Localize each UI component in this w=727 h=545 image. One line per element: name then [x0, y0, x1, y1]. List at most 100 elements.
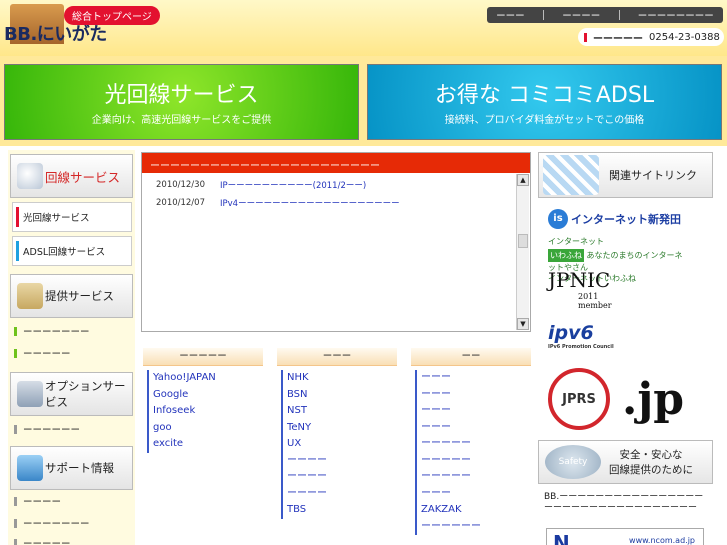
news-row: 2010/12/30 IPーーーーーーーーーー(2011/2ーー) [142, 175, 366, 195]
sidebar-item-adsl[interactable]: ADSL回線サービス [12, 236, 132, 266]
column-link[interactable]: TBS [283, 502, 397, 519]
line-services-header[interactable]: 回線サービス [10, 154, 133, 198]
ncom-letter: N [553, 531, 570, 545]
column-links: ーーー ーーー ーーー ーーー ーーーーー ーーーーー ーーーーー ーーー ZA… [415, 370, 531, 535]
column-link[interactable]: ーーーーー [417, 436, 531, 453]
scroll-down-icon[interactable]: ▼ [517, 318, 529, 330]
brand-name: JPRS [562, 391, 596, 407]
section-title: オプションサービス [45, 379, 126, 409]
sidebar-link[interactable]: ーーーーー [14, 346, 71, 360]
column-link[interactable]: excite [149, 436, 263, 453]
column-link[interactable]: UX [283, 436, 397, 453]
banner-title: 光回線サービス [104, 83, 259, 108]
section-title: 提供サービス [45, 289, 114, 303]
news-date: 2010/12/30 [156, 180, 205, 190]
phone-box: ーーーーー 0254-23-0388 [578, 28, 724, 46]
column-link[interactable]: Yahoo!JAPAN [149, 370, 263, 387]
column-link[interactable]: ーーー [417, 370, 531, 387]
option-services-header[interactable]: オプションサービス [10, 372, 133, 416]
section-title: 回線サービス [45, 169, 121, 185]
phone-marker-icon [584, 32, 587, 42]
column-link[interactable]: ーーーー [283, 453, 397, 470]
sidebar-link-label: ーーーーーー [23, 425, 81, 436]
top-nav-item[interactable]: ーーーー [562, 8, 600, 22]
column-link[interactable]: ーーー [417, 403, 531, 420]
column-link[interactable]: BSN [283, 387, 397, 404]
divider [542, 10, 544, 20]
internet-shibata-logo[interactable]: is インターネット新発田 [548, 206, 681, 232]
column-link[interactable]: ーーーー [283, 486, 397, 503]
column-link[interactable]: Google [149, 387, 263, 404]
sidebar-link[interactable]: ーーーー [14, 494, 61, 508]
sidebar-link[interactable]: ーーーーーーー [14, 516, 90, 530]
divider [618, 10, 620, 20]
jprs-logo[interactable]: JPRS .jp [548, 364, 708, 434]
section-title: 関連サイトリンク [609, 169, 697, 182]
safety-text: 安全・安心な 回線提供のために [609, 447, 693, 477]
column-link[interactable]: ーーーーー [417, 453, 531, 470]
related-sites-header[interactable]: 関連サイトリンク [538, 152, 713, 198]
column-header: ーー [411, 348, 531, 366]
safety-banner[interactable]: Safety 安全・安心な 回線提供のために [538, 440, 713, 484]
sidebar-link[interactable]: ーーーーーー [14, 422, 80, 436]
monitor-icon [17, 455, 43, 481]
column-link[interactable]: ーーー [417, 420, 531, 437]
bullet-icon [16, 241, 19, 261]
phone-label: ーーーーー [593, 33, 643, 45]
banner-subtitle: 接続料、プロバイダ料金がセットでこの価格 [444, 115, 645, 126]
column-link[interactable]: ーーー [417, 486, 531, 503]
internet-iwafune-logo[interactable]: インターネット いわふね あなたのまちのインターネットやさん インターネットいわ… [548, 236, 686, 283]
top-nav-item[interactable]: ーーーーーーーー [638, 8, 714, 22]
scroll-thumb[interactable] [518, 234, 528, 248]
column-link[interactable]: NHK [283, 370, 397, 387]
adsl-banner[interactable]: お得な コミコミADSL 接続料、プロバイダ料金がセットでこの価格 [367, 64, 722, 140]
scroll-up-icon[interactable]: ▲ [517, 174, 529, 186]
sidebar-link[interactable]: ーーーーー [14, 536, 71, 545]
top-nav-item[interactable]: ーーー [496, 8, 525, 22]
column-links: Yahoo!JAPAN Google Infoseek goo excite [147, 370, 263, 453]
bullet-icon [14, 538, 17, 545]
bullet-icon [14, 496, 17, 506]
ncom-banner[interactable]: N www.ncom.ad.jp [546, 528, 704, 545]
provided-services-header[interactable]: 提供サービス [10, 274, 133, 318]
column-link[interactable]: ーーーーー [417, 469, 531, 486]
bb-note: BB.ーーーーーーーーーーーーーーーーーーーーーーーーーーーーーーーーー [544, 492, 704, 513]
jprs-ring-icon: JPRS [548, 368, 610, 430]
brand-box: いわふね [548, 249, 584, 262]
ipv6-logo[interactable]: ipv6 IPv6 Promotion Council [548, 322, 624, 356]
column-link[interactable]: ーーー [417, 387, 531, 404]
news-panel: ーーーーーーーーーーーーーーーーーーーーーーー 2010/12/30 IPーーー… [141, 152, 531, 332]
sidebar-link-label: ーーーーーーー [23, 327, 90, 338]
magnifier-icon [17, 163, 43, 189]
brand-name: ipv6 [548, 322, 594, 344]
column-link[interactable]: goo [149, 420, 263, 437]
column-link[interactable]: NST [283, 403, 397, 420]
folder-icon [17, 283, 43, 309]
top-page-badge[interactable]: 総合トップページ [64, 6, 160, 25]
column-link[interactable]: TeNY [283, 420, 397, 437]
jpnic-logo[interactable]: JPNIC 2011 member [548, 268, 618, 318]
column-link[interactable]: Infoseek [149, 403, 263, 420]
top-nav: ーーー ーーーー ーーーーーーーー [487, 7, 723, 23]
brand-year: 2011 [578, 292, 599, 301]
hikari-banner[interactable]: 光回線サービス 企業向け、高速光回線サービスをご提供 [4, 64, 359, 140]
banner-title: お得な コミコミADSL [434, 83, 655, 108]
database-icon [17, 381, 43, 407]
column-link[interactable]: ーーーーーー [417, 519, 531, 536]
news-scrollbar[interactable]: ▲ ▼ [516, 174, 529, 330]
sidebar-item-hikari[interactable]: 光回線サービス [12, 202, 132, 232]
news-row: 2010/12/07 IPv4ーーーーーーーーーーーーーーーーーーー [142, 193, 400, 213]
is-icon: is [548, 209, 568, 229]
column-link[interactable]: ーーーー [283, 469, 397, 486]
link-column-news: ーー ーーー ーーー ーーー ーーー ーーーーー ーーーーー ーーーーー ーーー… [411, 348, 531, 535]
left-sidebar: 回線サービス 光回線サービス ADSL回線サービス 提供サービス ーーーーーーー… [8, 150, 135, 545]
column-link[interactable]: ZAKZAK [417, 502, 531, 519]
column-header: ーーー [277, 348, 397, 366]
news-title-link[interactable]: IPーーーーーーーーーー(2011/2ーー) [220, 179, 366, 191]
support-header[interactable]: サポート情報 [10, 446, 133, 490]
bullet-icon [14, 348, 17, 358]
news-heading: ーーーーーーーーーーーーーーーーーーーーーーー [142, 153, 530, 173]
sidebar-link[interactable]: ーーーーーーー [14, 324, 90, 338]
news-title-link[interactable]: IPv4ーーーーーーーーーーーーーーーーーーー [220, 197, 400, 209]
banner-subtitle: 企業向け、高速光回線サービスをご提供 [91, 115, 272, 126]
